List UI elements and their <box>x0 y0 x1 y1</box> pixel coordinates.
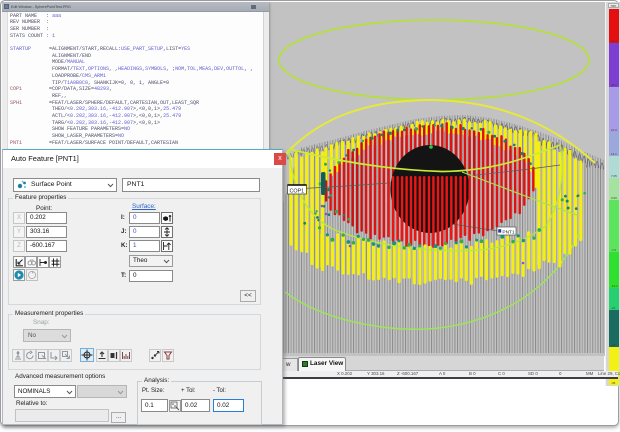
svg-text:PNT1: PNT1 <box>502 230 515 236</box>
svg-text:COP1: COP1 <box>290 189 305 195</box>
